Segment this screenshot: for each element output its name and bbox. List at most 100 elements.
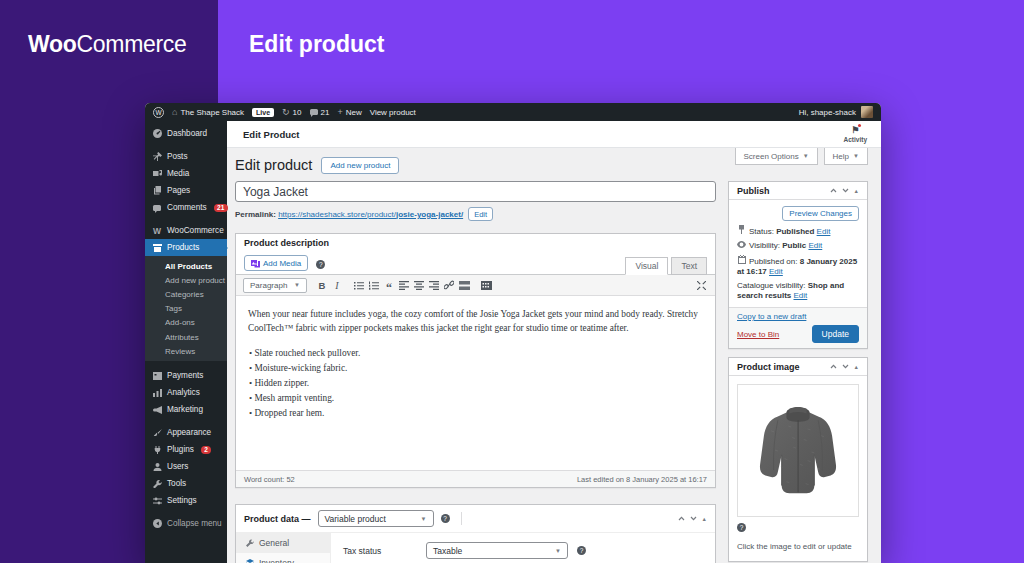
insert-link-button[interactable] [442, 278, 456, 292]
description-metabox-header[interactable]: Product description [236, 234, 715, 252]
fullscreen-button[interactable] [694, 278, 708, 292]
edit-visibility-link[interactable]: Edit [808, 241, 822, 250]
move-up-icon[interactable] [830, 364, 837, 369]
move-down-icon[interactable] [842, 188, 849, 193]
sidebar-item-media[interactable]: Media [145, 165, 227, 182]
submenu-reviews[interactable]: Reviews [145, 344, 227, 358]
sidebar-item-plugins[interactable]: Plugins2 [145, 441, 227, 458]
copy-to-draft-link[interactable]: Copy to a new draft [737, 312, 806, 321]
visual-tab[interactable]: Visual [625, 257, 668, 275]
toggle-panel-icon[interactable]: ▲ [702, 516, 707, 522]
add-media-button[interactable]: Add Media [244, 255, 308, 271]
help-icon[interactable]: ? [316, 260, 325, 269]
tab-general[interactable]: General [236, 533, 330, 553]
sidebar-item-settings[interactable]: Settings [145, 492, 227, 509]
sidebar-item-posts[interactable]: Posts [145, 148, 227, 165]
edit-permalink-button[interactable]: Edit [468, 207, 493, 221]
toggle-panel-icon[interactable]: ▲ [854, 364, 859, 370]
paragraph-format-select[interactable]: Paragraph▼ [243, 278, 307, 293]
submenu-label: Add new product [165, 276, 225, 285]
activity-label: Activity [844, 136, 867, 144]
home-icon: ⌂ [172, 107, 177, 117]
edit-status-link[interactable]: Edit [817, 227, 831, 236]
submenu-tags[interactable]: Tags [145, 302, 227, 316]
comments-count-badge: 21 [214, 204, 228, 212]
paragraph-label: Paragraph [250, 281, 287, 290]
submenu-all-products[interactable]: All Products [145, 259, 227, 273]
wordpress-logo-icon[interactable]: W [153, 107, 164, 118]
italic-button[interactable]: I [330, 278, 344, 292]
bullet-item: Mesh armpit venting. [248, 391, 703, 406]
product-type-select[interactable]: Variable product▼ [318, 510, 434, 527]
user-avatar[interactable] [861, 106, 873, 118]
toggle-panel-icon[interactable]: ▲ [854, 188, 859, 194]
submenu-categories[interactable]: Categories [145, 287, 227, 301]
move-up-icon[interactable] [830, 188, 837, 193]
activity-flag-icon: ⚑ [851, 125, 859, 136]
users-icon [152, 463, 162, 471]
user-greeting[interactable]: Hi, shape-shack [799, 108, 856, 117]
move-to-bin-link[interactable]: Move to Bin [737, 330, 779, 339]
move-down-icon[interactable] [842, 364, 849, 369]
comments-menu[interactable]: 21 [310, 108, 330, 117]
collapse-menu[interactable]: Collapse menu [145, 515, 227, 532]
published-label: Published on: [749, 257, 797, 266]
move-up-icon[interactable] [678, 516, 685, 521]
help-label: Help [833, 152, 849, 161]
help-icon[interactable]: ? [577, 546, 586, 555]
permalink-url[interactable]: https://shadeshack.store/product/josie-y… [278, 210, 463, 219]
help-icon[interactable]: ? [737, 523, 746, 532]
edit-catalogue-link[interactable]: Edit [794, 291, 808, 300]
activity-panel-toggle[interactable]: ⚑Activity [844, 125, 867, 144]
editor-content[interactable]: When your near future includes yoga, the… [236, 296, 715, 470]
updates-menu[interactable]: ↻10 [282, 107, 301, 117]
sidebar-item-analytics[interactable]: Analytics [145, 384, 227, 401]
move-down-icon[interactable] [690, 516, 697, 521]
tools-icon [152, 480, 162, 488]
view-product-link[interactable]: View product [370, 108, 416, 117]
tax-status-select[interactable]: Taxable▼ [426, 542, 568, 559]
sidebar-item-products[interactable]: Products [145, 239, 227, 256]
product-title-input[interactable]: Yoga Jacket [235, 181, 716, 202]
bullet-list-button[interactable] [352, 278, 366, 292]
sidebar-item-comments[interactable]: Comments21 [145, 199, 227, 216]
sidebar-item-woocommerce[interactable]: WWooCommerce [145, 222, 227, 239]
sidebar-item-tools[interactable]: Tools [145, 475, 227, 492]
products-icon [152, 244, 162, 252]
screen-options-button[interactable]: Screen Options▼ [735, 148, 818, 165]
sidebar-item-dashboard[interactable]: Dashboard [145, 125, 227, 142]
submenu-add-new-product[interactable]: Add new product [145, 273, 227, 287]
preview-changes-button[interactable]: Preview Changes [782, 206, 859, 221]
edit-published-link[interactable]: Edit [769, 267, 783, 276]
sidebar-item-users[interactable]: Users [145, 458, 227, 475]
sidebar-item-marketing[interactable]: Marketing [145, 401, 227, 418]
product-image-header[interactable]: Product image ▲ [729, 358, 867, 376]
publish-header[interactable]: Publish ▲ [729, 182, 867, 200]
blockquote-button[interactable]: “ [382, 278, 396, 292]
sidebar-item-appearance[interactable]: Appearance [145, 424, 227, 441]
add-new-product-button[interactable]: Add new product [321, 157, 399, 174]
align-left-button[interactable] [397, 278, 411, 292]
align-right-button[interactable] [427, 278, 441, 292]
new-menu[interactable]: +New [337, 107, 361, 117]
sidebar-item-payments[interactable]: Payments [145, 367, 227, 384]
screen-options-label: Screen Options [744, 152, 799, 161]
submenu-add-ons[interactable]: Add-ons [145, 316, 227, 330]
sidebar-item-pages[interactable]: Pages [145, 182, 227, 199]
read-more-button[interactable] [457, 278, 471, 292]
numbered-list-button[interactable] [367, 278, 381, 292]
help-button[interactable]: Help▼ [824, 148, 868, 165]
product-image[interactable] [737, 384, 859, 517]
help-icon[interactable]: ? [441, 514, 450, 523]
bold-button[interactable]: B [315, 278, 329, 292]
tab-inventory[interactable]: Inventory [236, 553, 330, 563]
dashboard-icon [152, 129, 162, 138]
align-center-button[interactable] [412, 278, 426, 292]
text-tab[interactable]: Text [671, 257, 707, 275]
site-name-menu[interactable]: ⌂The Shape Shack [172, 107, 244, 117]
toolbar-toggle-button[interactable] [479, 278, 493, 292]
submenu-attributes[interactable]: Attributes [145, 330, 227, 344]
update-button[interactable]: Update [812, 325, 859, 343]
product-data-title: Product data — [244, 514, 311, 524]
woocommerce-icon: W [152, 226, 162, 236]
